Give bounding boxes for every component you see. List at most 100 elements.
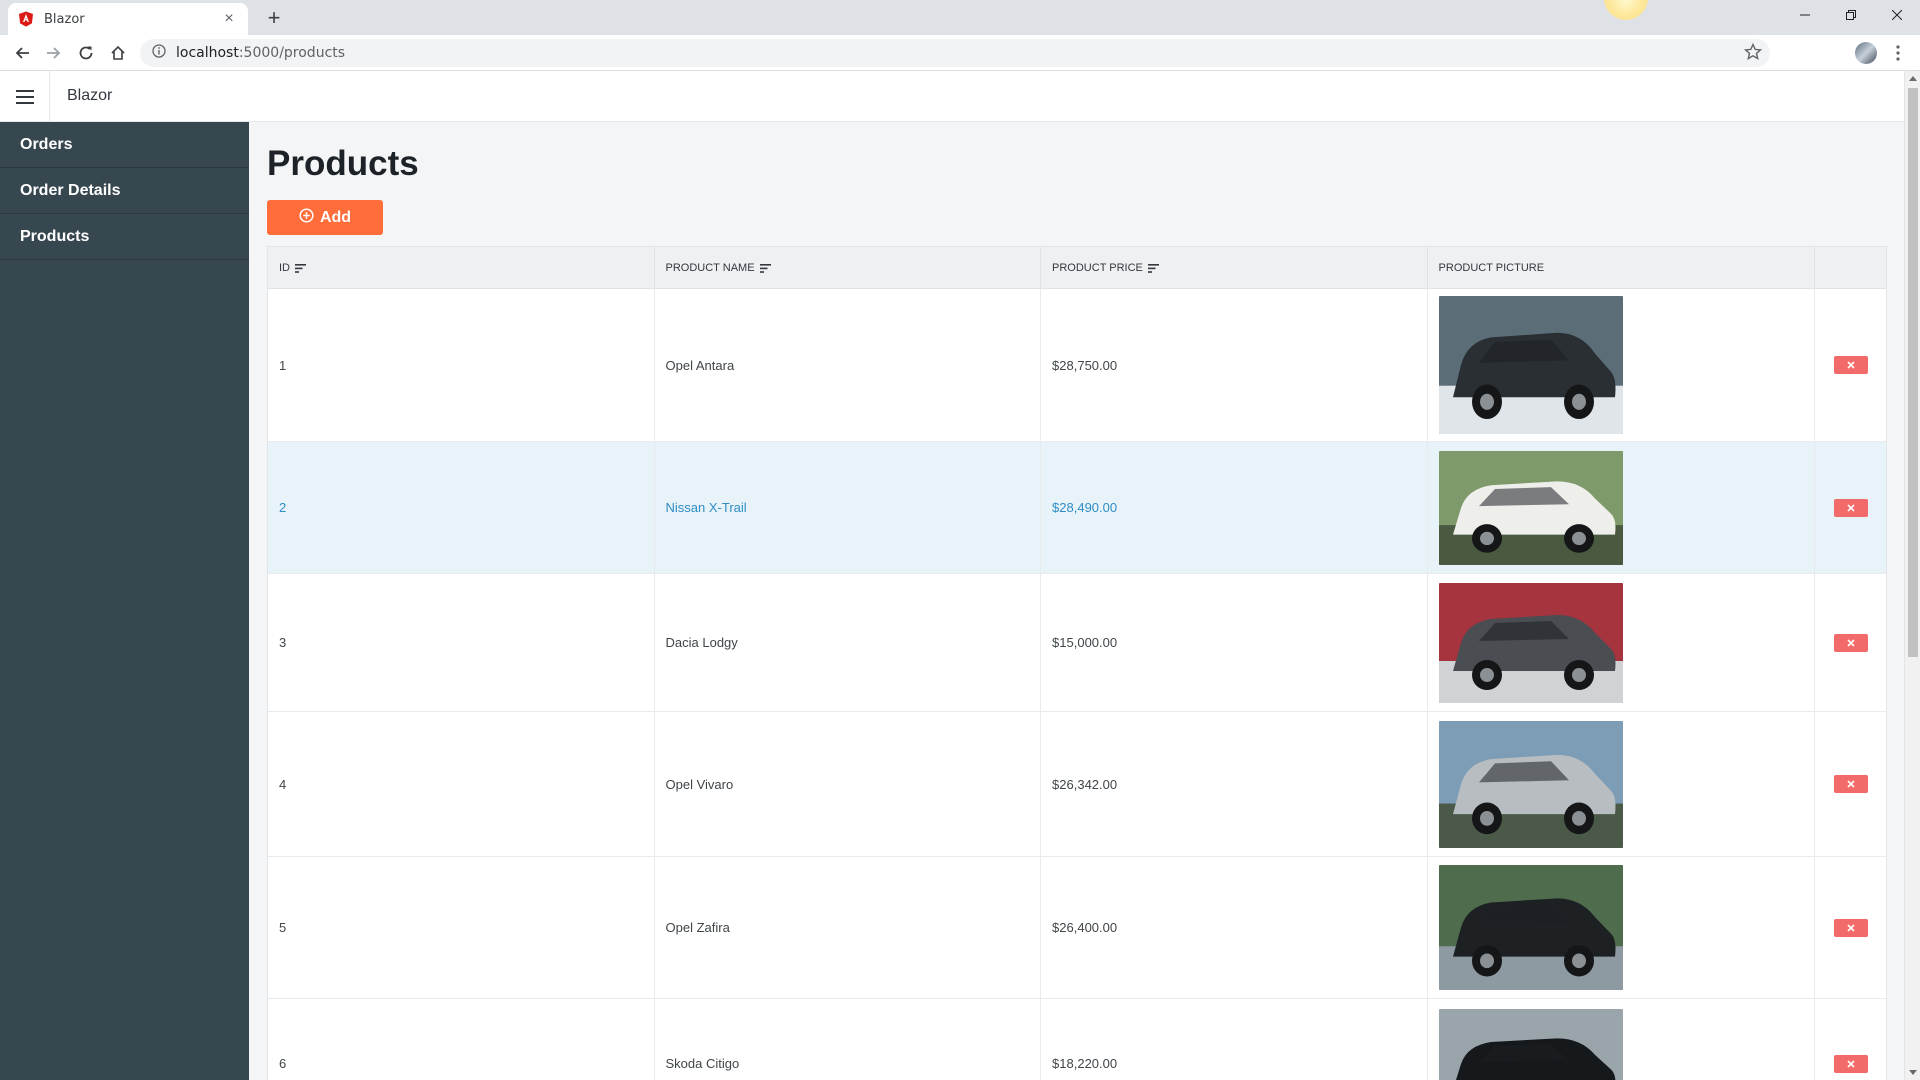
- column-header-id[interactable]: ID: [268, 247, 655, 289]
- close-icon: [1846, 780, 1855, 788]
- sort-icon[interactable]: [295, 263, 306, 273]
- address-bar[interactable]: localhost:5000/products: [140, 39, 1770, 67]
- table-row[interactable]: 2 Nissan X-Trail $28,490.00: [268, 442, 1886, 574]
- column-header-label: Product Name: [665, 262, 755, 274]
- cell-product-price: $26,400.00: [1041, 857, 1428, 998]
- cell-id: 2: [268, 442, 655, 573]
- cell-product-picture: [1428, 857, 1816, 998]
- close-window-icon[interactable]: [1874, 0, 1920, 30]
- cell-product-picture: [1428, 289, 1816, 441]
- grey-minivan-picture: [1438, 582, 1623, 703]
- column-header-actions: [1815, 247, 1886, 289]
- cell-product-price: $28,490.00: [1041, 442, 1428, 573]
- cell-actions: [1815, 289, 1886, 441]
- cell-product-name: Opel Antara: [655, 289, 1042, 441]
- cell-id: 3: [268, 574, 655, 711]
- forward-arrow-icon[interactable]: [38, 37, 70, 69]
- close-icon: [1846, 503, 1855, 512]
- sidebar-item-label: Products: [20, 227, 90, 245]
- cell-product-price: $18,220.00: [1041, 999, 1428, 1080]
- scroll-down-arrow-icon[interactable]: [1909, 1070, 1917, 1075]
- home-icon[interactable]: [102, 37, 134, 69]
- app-header: Blazor: [0, 71, 1904, 122]
- sidebar-item-order-details[interactable]: Order Details: [0, 168, 249, 214]
- cell-actions: [1815, 712, 1886, 856]
- sort-icon[interactable]: [1147, 263, 1159, 273]
- new-tab-button[interactable]: +: [260, 4, 288, 32]
- table-row[interactable]: 3 Dacia Lodgy $15,000.00: [268, 574, 1886, 712]
- column-header-product-price[interactable]: Product Price: [1041, 247, 1428, 289]
- sidebar-item-orders[interactable]: Orders: [0, 122, 249, 168]
- profile-avatar[interactable]: [1855, 42, 1877, 64]
- delete-button[interactable]: [1833, 918, 1868, 937]
- cell-product-picture: [1428, 999, 1816, 1080]
- close-icon: [1846, 1059, 1855, 1068]
- column-header-label: Product Picture: [1438, 262, 1545, 274]
- main-content: Products Add ID Product Name Product Pri…: [249, 122, 1904, 1080]
- sidebar: Orders Order Details Products: [0, 122, 249, 1080]
- column-header-label: Product Price: [1052, 262, 1143, 274]
- site-info-icon[interactable]: [152, 43, 166, 63]
- products-grid: ID Product Name Product Price Product Pi…: [267, 246, 1887, 1080]
- cell-id: 1: [268, 289, 655, 441]
- cell-product-price: $28,750.00: [1041, 289, 1428, 441]
- browser-menu-icon[interactable]: [1890, 42, 1906, 64]
- cell-product-price: $15,000.00: [1041, 574, 1428, 711]
- table-row[interactable]: 1 Opel Antara $28,750.00: [268, 289, 1886, 442]
- restore-icon[interactable]: [1828, 0, 1874, 30]
- tab-title: Blazor: [44, 11, 85, 27]
- cell-actions: [1815, 857, 1886, 998]
- scroll-thumb[interactable]: [1908, 88, 1918, 657]
- dark-suv-picture: [1438, 296, 1623, 434]
- cell-product-picture: [1428, 442, 1816, 573]
- cell-product-name: Nissan X-Trail: [655, 442, 1042, 573]
- cell-product-name: Skoda Citigo: [655, 999, 1042, 1080]
- close-icon: [1846, 638, 1855, 647]
- table-row[interactable]: 6 Skoda Citigo $18,220.00: [268, 999, 1886, 1080]
- tab-close-icon[interactable]: ×: [220, 10, 238, 28]
- url-path: :5000/products: [238, 45, 346, 61]
- page-scrollbar[interactable]: [1904, 71, 1920, 1080]
- decorative-glow: [1604, 0, 1648, 20]
- delete-button[interactable]: [1833, 633, 1868, 652]
- delete-button[interactable]: [1833, 498, 1868, 517]
- delete-button[interactable]: [1833, 356, 1868, 374]
- delete-button[interactable]: [1833, 775, 1868, 793]
- sidebar-item-products[interactable]: Products: [0, 214, 249, 260]
- cell-id: 4: [268, 712, 655, 856]
- app-brand: Blazor: [67, 87, 113, 104]
- table-row[interactable]: 5 Opel Zafira $26,400.00: [268, 857, 1886, 999]
- column-header-product-picture: Product Picture: [1428, 247, 1816, 289]
- bookmark-star-icon[interactable]: [1743, 42, 1763, 66]
- close-icon: [1846, 923, 1855, 932]
- black-hatchback-picture: [1438, 1008, 1623, 1080]
- sidebar-item-label: Order Details: [20, 181, 121, 199]
- cell-product-price: $26,342.00: [1041, 712, 1428, 856]
- back-arrow-icon[interactable]: [6, 37, 38, 69]
- angular-favicon-icon: [18, 11, 34, 27]
- minimize-icon[interactable]: [1782, 0, 1828, 30]
- app-root: Blazor Orders Order Details Products Pro…: [0, 71, 1920, 1080]
- cell-product-picture: [1428, 712, 1816, 856]
- hamburger-menu-icon[interactable]: [0, 71, 50, 122]
- browser-tab-strip: Blazor × +: [0, 0, 1920, 35]
- url-host: localhost: [176, 45, 239, 61]
- sort-icon[interactable]: [759, 263, 771, 273]
- table-row[interactable]: 4 Opel Vivaro $26,342.00: [268, 712, 1886, 857]
- browser-tab[interactable]: Blazor ×: [8, 3, 248, 35]
- cell-product-name: Opel Zafira: [655, 857, 1042, 998]
- cell-actions: [1815, 574, 1886, 711]
- white-suv-picture: [1438, 450, 1623, 565]
- column-header-product-name[interactable]: Product Name: [655, 247, 1042, 289]
- add-button[interactable]: Add: [267, 200, 383, 235]
- page-title: Products: [267, 144, 419, 183]
- grid-header: ID Product Name Product Price Product Pi…: [268, 247, 1886, 289]
- reload-icon[interactable]: [70, 37, 102, 69]
- delete-button[interactable]: [1833, 1054, 1868, 1073]
- scroll-up-arrow-icon[interactable]: [1909, 76, 1917, 81]
- browser-toolbar: localhost:5000/products: [0, 35, 1920, 71]
- sidebar-item-label: Orders: [20, 135, 73, 153]
- cell-product-name: Opel Vivaro: [655, 712, 1042, 856]
- black-minivan-picture: [1438, 865, 1623, 990]
- cell-actions: [1815, 999, 1886, 1080]
